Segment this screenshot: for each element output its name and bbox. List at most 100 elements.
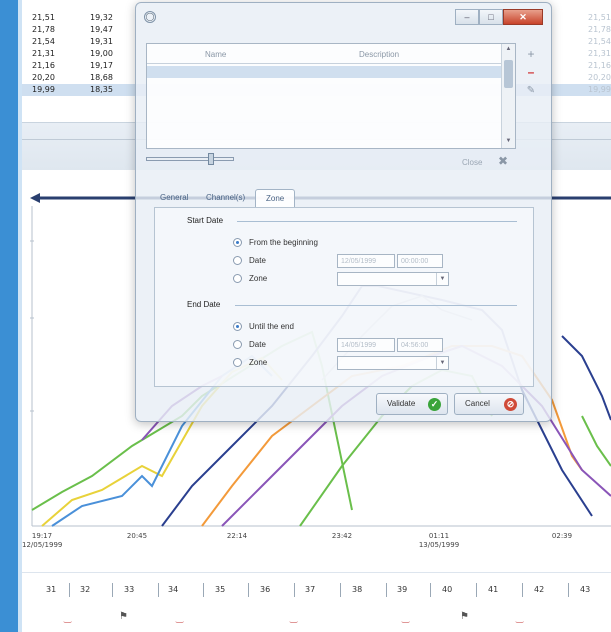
tab-general[interactable]: General	[160, 193, 188, 202]
tab-zone[interactable]: Zone	[255, 189, 296, 208]
zone-number[interactable]: 39	[397, 585, 407, 594]
option-label: Date	[249, 256, 266, 265]
zone-strip[interactable]: 31 32 33 34 35 36 37 38 39 40 41 42 43 ‿…	[22, 572, 611, 632]
minimize-button[interactable]: –	[455, 9, 479, 25]
strip-divider	[568, 583, 569, 597]
radio-until-end[interactable]	[233, 322, 242, 331]
start-time-field[interactable]: 00:00:00	[397, 254, 443, 268]
range-bar-arrow-icon	[30, 193, 40, 203]
series-green-3	[581, 415, 611, 467]
zone-number[interactable]: 41	[488, 585, 498, 594]
cell: 21,51	[32, 13, 55, 22]
radio-start-date[interactable]	[233, 256, 242, 265]
scroll-up-icon[interactable]: ▲	[504, 46, 513, 54]
series-navy-2	[561, 335, 611, 421]
radio-end-date[interactable]	[233, 340, 242, 349]
start-date-field[interactable]: 12/05/1999	[337, 254, 395, 268]
slider-track	[146, 157, 234, 161]
strip-divider	[69, 583, 70, 597]
zone-selection-dialog[interactable]: ◯ – □ ✕ Name Description ▲ ▼ + – ✎ Close…	[135, 2, 552, 422]
strip-divider	[294, 583, 295, 597]
remove-icon[interactable]: –	[524, 65, 538, 79]
strip-divider	[158, 583, 159, 597]
cell: 21,78	[32, 25, 55, 34]
maximize-button[interactable]: □	[479, 9, 503, 25]
cell: 20,20	[32, 73, 55, 82]
zone-number[interactable]: 40	[442, 585, 452, 594]
scroll-thumb[interactable]	[504, 60, 513, 88]
zone-list[interactable]: Name Description ▲ ▼	[146, 43, 516, 149]
list-scrollbar[interactable]: ▲ ▼	[501, 44, 515, 148]
strip-divider	[476, 583, 477, 597]
event-marker-icon[interactable]: ‿	[402, 613, 409, 624]
list-item[interactable]	[147, 102, 502, 114]
opacity-slider[interactable]	[146, 153, 234, 165]
event-marker-icon[interactable]: ‿	[290, 613, 297, 624]
list-item[interactable]	[147, 78, 502, 90]
cell: 21,54	[32, 37, 55, 46]
end-time-field[interactable]: 04:56:00	[397, 338, 443, 352]
radio-end-zone[interactable]	[233, 358, 242, 367]
cell: 21,54	[588, 37, 611, 46]
list-item[interactable]	[147, 90, 502, 102]
cell: 21,51	[588, 13, 611, 22]
x-tick-label: 23:42	[331, 532, 353, 540]
zone-list-header: Name Description	[147, 44, 515, 64]
zone-number[interactable]: 42	[534, 585, 544, 594]
validate-button[interactable]: Validate ✓	[376, 393, 448, 415]
event-marker-icon[interactable]: ‿	[516, 613, 523, 624]
flag-marker-icon[interactable]: ⚑	[460, 611, 469, 622]
cell: 21,78	[588, 25, 611, 34]
event-marker-icon[interactable]: ‿	[64, 613, 71, 624]
collapse-icon[interactable]: ✖	[498, 154, 508, 168]
add-icon[interactable]: +	[524, 47, 538, 61]
option-label: Zone	[249, 274, 268, 283]
strip-divider	[386, 583, 387, 597]
cancel-button[interactable]: Cancel ⊘	[454, 393, 524, 415]
option-label: From the beginning	[249, 238, 318, 247]
end-date-field[interactable]: 14/05/1999	[337, 338, 395, 352]
scroll-down-icon[interactable]: ▼	[504, 138, 513, 146]
cancel-label: Cancel	[465, 399, 490, 408]
chevron-down-icon[interactable]: ▼	[436, 357, 448, 369]
x-tick-label: 22:14	[226, 532, 248, 540]
zone-number[interactable]: 43	[580, 585, 590, 594]
zone-number[interactable]: 34	[168, 585, 178, 594]
column-header-name[interactable]: Name	[205, 50, 226, 59]
event-marker-icon[interactable]: ‿	[176, 613, 183, 624]
tab-channels[interactable]: Channel(s)	[206, 193, 245, 202]
chevron-down-icon[interactable]: ▼	[436, 273, 448, 285]
x-tick-label: 01:11 13/05/1999	[418, 532, 460, 549]
start-zone-combo[interactable]: ▼	[337, 272, 449, 286]
group-divider	[235, 305, 517, 306]
zone-number[interactable]: 32	[80, 585, 90, 594]
flag-marker-icon[interactable]: ⚑	[119, 611, 128, 622]
check-icon: ✓	[428, 398, 441, 411]
end-date-group-label: End Date	[187, 300, 221, 309]
zone-number[interactable]: 31	[46, 585, 56, 594]
zone-number[interactable]: 37	[305, 585, 315, 594]
strip-divider	[522, 583, 523, 597]
zone-number[interactable]: 38	[352, 585, 362, 594]
cell: 18,68	[90, 73, 113, 82]
cell: 18,35	[90, 85, 113, 94]
slider-thumb[interactable]	[208, 153, 214, 165]
cell: 21,31	[588, 49, 611, 58]
zone-number[interactable]: 36	[260, 585, 270, 594]
column-header-description[interactable]: Description	[359, 50, 399, 59]
list-item-selected[interactable]	[147, 66, 502, 78]
zone-number[interactable]: 33	[124, 585, 134, 594]
edit-icon[interactable]: ✎	[524, 85, 538, 96]
close-label[interactable]: Close	[462, 158, 482, 167]
strip-divider	[203, 583, 204, 597]
app-icon: ◯	[144, 11, 156, 23]
option-label: Date	[249, 340, 266, 349]
radio-from-beginning[interactable]	[233, 238, 242, 247]
strip-divider	[112, 583, 113, 597]
zone-number[interactable]: 35	[215, 585, 225, 594]
cell: 19,17	[90, 61, 113, 70]
end-zone-combo[interactable]: ▼	[337, 356, 449, 370]
radio-start-zone[interactable]	[233, 274, 242, 283]
close-window-button[interactable]: ✕	[503, 9, 543, 25]
x-tick-label: 19:17 12/05/1999	[22, 532, 63, 549]
